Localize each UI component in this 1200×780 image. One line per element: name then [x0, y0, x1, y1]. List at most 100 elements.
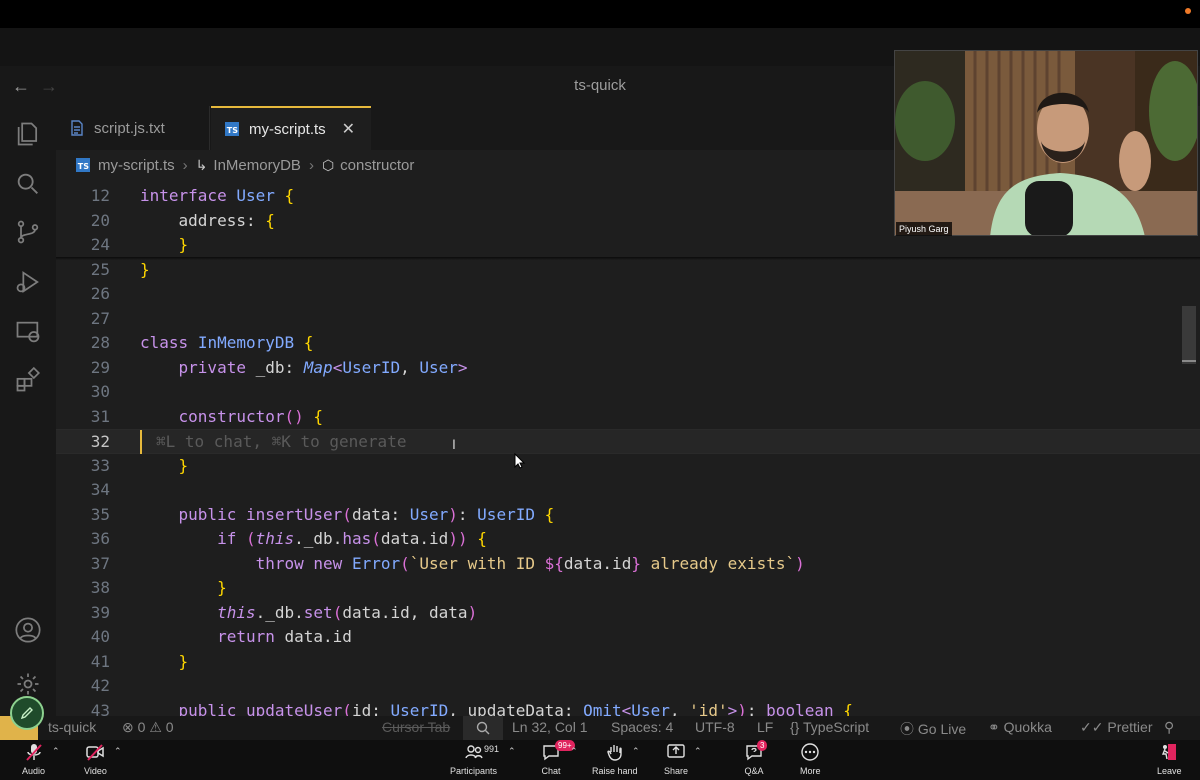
scrollbar-thumb[interactable]: [1182, 306, 1196, 364]
line-code: throw new Error(`User with ID ${data.id}…: [255, 553, 805, 573]
leave-label: Leave: [1157, 766, 1182, 776]
line-number: 37: [90, 553, 110, 573]
tab-my-script-ts[interactable]: TS my-script.ts ✕: [211, 106, 371, 150]
line-number: 32: [90, 432, 110, 451]
line-code: if (this._db.has(data.id)) {: [217, 529, 487, 548]
video-button[interactable]: Video: [84, 742, 107, 776]
error-count: 0: [137, 719, 146, 735]
extensions-icon[interactable]: [14, 366, 42, 394]
chevron-right-icon: ›: [182, 156, 188, 174]
text-file-icon: [70, 120, 84, 136]
line-code: public insertUser(data: User): UserID {: [178, 504, 555, 524]
code-line: 29 private _db: Map<UserID, User>: [56, 356, 1200, 381]
code-line: 42: [56, 674, 1200, 699]
sticky-scroll-shadow: [56, 257, 1200, 260]
line-number: 33: [90, 455, 110, 475]
line-code: interface User {: [140, 186, 295, 205]
typescript-file-icon: TS: [225, 122, 239, 136]
explorer-icon[interactable]: [14, 120, 42, 148]
tab-script-js-txt[interactable]: script.js.txt: [56, 106, 210, 150]
audio-button[interactable]: Audio: [22, 742, 45, 776]
activity-bar: [0, 106, 56, 740]
line-code: constructor() {: [178, 406, 324, 426]
status-cursor-position[interactable]: Ln 32, Col 1: [512, 719, 588, 735]
status-workspace-name[interactable]: ts-quick: [48, 719, 96, 735]
notifications-bell-icon[interactable]: ⚲: [1164, 719, 1174, 736]
leave-door-icon: [1162, 744, 1177, 760]
line-number: 29: [90, 357, 110, 377]
remote-explorer-icon[interactable]: [14, 318, 42, 346]
search-icon[interactable]: [14, 170, 42, 198]
status-go-live[interactable]: ⦿ Go Live: [900, 719, 966, 739]
line-code: }: [178, 455, 189, 475]
inline-ai-hint: ⌘L to chat, ⌘K to generate: [156, 432, 407, 451]
qa-label: Q&A: [744, 766, 764, 776]
status-bar: ts-quick ⊗ 0 ⚠ 0 Cursor Tab Ln 32, Col 1…: [0, 716, 1200, 740]
meeting-toolbar: Audio ⌃ Video ⌃ Participants 991 ⌃ Chat …: [0, 740, 1200, 780]
chat-label: Chat: [541, 766, 561, 776]
more-button[interactable]: More: [800, 742, 821, 776]
share-label: Share: [664, 766, 689, 776]
pencil-icon: [20, 707, 33, 720]
speaker-video[interactable]: [894, 50, 1198, 236]
source-control-icon[interactable]: [14, 218, 42, 246]
status-encoding[interactable]: UTF-8: [695, 719, 735, 735]
video-options-caret-icon[interactable]: ⌃: [114, 746, 122, 757]
status-prettier[interactable]: ✓✓ Prettier: [1080, 719, 1152, 736]
breadcrumb-file[interactable]: my-script.ts: [98, 157, 175, 174]
status-quokka[interactable]: ⚭ Quokka: [988, 719, 1052, 736]
line-number: 30: [90, 382, 110, 401]
back-arrow-icon[interactable]: ←: [12, 76, 30, 97]
class-symbol-icon: ↳: [195, 156, 208, 173]
chevron-right-icon: ›: [308, 156, 314, 174]
mouse-pointer-icon: [514, 453, 526, 469]
status-language[interactable]: {} TypeScript: [790, 719, 869, 735]
zoom-button[interactable]: [463, 716, 503, 740]
account-icon[interactable]: [14, 616, 42, 644]
status-cursor-tab[interactable]: Cursor Tab: [382, 719, 450, 735]
raise-hand-caret-icon[interactable]: ⌃: [632, 746, 640, 757]
line-code: return data.id: [217, 627, 352, 646]
run-debug-icon[interactable]: [14, 268, 42, 296]
line-code: }: [140, 259, 150, 279]
code-line: 30: [56, 380, 1200, 405]
forward-arrow-icon[interactable]: →: [40, 76, 58, 97]
breadcrumb-method[interactable]: constructor: [340, 157, 414, 174]
participants-count: 991: [484, 744, 500, 754]
code-line: 39 this._db.set(data.id, data): [56, 601, 1200, 626]
microphone-muted-icon: [25, 744, 42, 761]
video-label: Video: [84, 766, 107, 776]
raise-hand-button[interactable]: Raise hand: [592, 742, 638, 776]
line-number: 12: [90, 186, 110, 205]
line-code: private _db: Map<UserID, User>: [178, 357, 468, 377]
code-line: 28 class InMemoryDB {: [56, 331, 1200, 356]
status-indentation[interactable]: Spaces: 4: [611, 719, 673, 735]
status-eol[interactable]: LF: [757, 719, 773, 735]
qa-badge: 3: [757, 740, 768, 751]
participants-caret-icon[interactable]: ⌃: [508, 746, 516, 757]
line-number: 27: [90, 308, 110, 328]
code-line: 27: [56, 307, 1200, 332]
annotate-pencil-button[interactable]: [10, 696, 44, 730]
code-line: 31 constructor() {: [56, 405, 1200, 430]
line-code: address: {: [178, 210, 275, 230]
editor-tabs: script.js.txt TS my-script.ts ✕: [56, 106, 900, 150]
breadcrumb-class[interactable]: InMemoryDB: [213, 157, 301, 174]
status-problems[interactable]: ⊗ 0 ⚠ 0: [122, 719, 174, 736]
code-line: 32 ⌘L to chat, ⌘K to generate: [56, 429, 1200, 454]
code-editor[interactable]: 12 interface User {20 address: {24 } 25} 26…: [56, 184, 1200, 720]
close-icon[interactable]: ✕: [342, 119, 355, 139]
settings-gear-icon[interactable]: [14, 670, 42, 698]
line-number: 34: [90, 480, 110, 499]
line-code: this._db.set(data.id, data): [217, 602, 478, 622]
share-caret-icon[interactable]: ⌃: [694, 746, 702, 757]
leave-button[interactable]: Leave: [1157, 742, 1182, 776]
line-number: 28: [90, 333, 110, 352]
zoom-in-icon: [476, 721, 490, 735]
share-button[interactable]: Share: [664, 742, 688, 776]
chat-caret-icon[interactable]: ⌃: [570, 746, 578, 757]
line-number: 26: [90, 284, 110, 303]
code-line: 33 }: [56, 454, 1200, 479]
quokka-icon: ⚭: [988, 719, 1000, 735]
audio-options-caret-icon[interactable]: ⌃: [52, 746, 60, 757]
